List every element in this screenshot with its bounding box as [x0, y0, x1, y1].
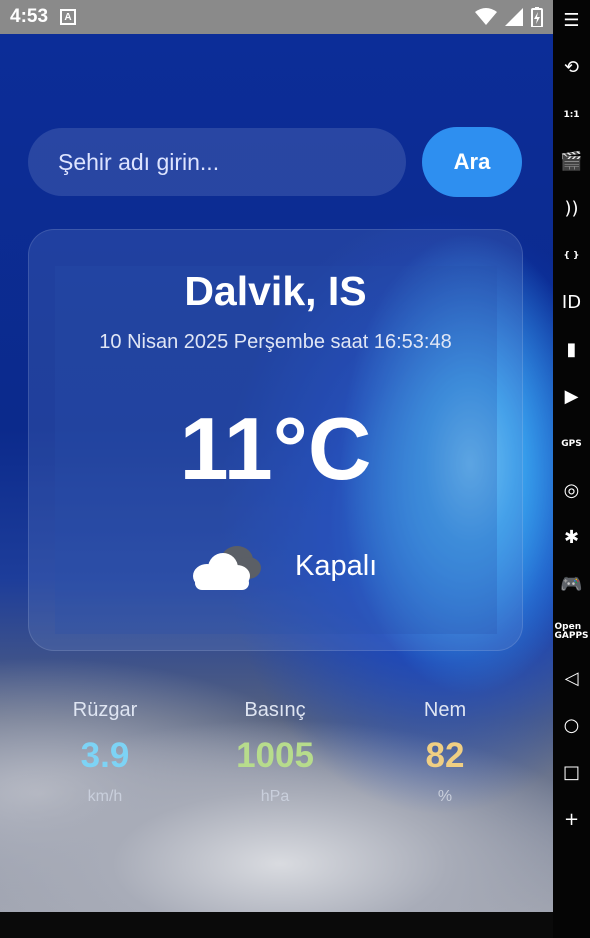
city-name: Dalvik, IS — [184, 268, 367, 314]
stat-unit: km/h — [87, 788, 123, 805]
pixel-perfect-icon[interactable]: 1:1 — [559, 102, 585, 128]
rotate-icon[interactable]: ⟲ — [559, 55, 585, 81]
back-icon[interactable]: ◁ — [559, 666, 585, 692]
stat-unit: % — [437, 788, 453, 805]
add-icon[interactable]: + — [559, 807, 585, 833]
status-time: 4:53 — [10, 6, 49, 27]
stat-wind: Rüzgar 3.9 km/h — [30, 699, 180, 806]
network-icon[interactable]: ✱ — [559, 525, 585, 551]
date-time: 10 Nisan 2025 Perşembe saat 16:53:48 — [99, 331, 452, 353]
wifi-icon — [475, 8, 497, 25]
gamepad-icon[interactable]: 🎮 — [559, 572, 585, 598]
stat-humidity: Nem 82 % — [370, 699, 520, 806]
search-button[interactable]: Ara — [422, 127, 522, 197]
opengapps-icon[interactable]: Open GAPPS — [555, 619, 589, 645]
weather-stats: Rüzgar 3.9 km/h Basınç 1005 hPa Nem 82 % — [0, 699, 553, 819]
stat-label: Nem — [423, 699, 467, 721]
weather-card: Dalvik, IS 10 Nisan 2025 Perşembe saat 1… — [28, 229, 523, 651]
stat-value: 1005 — [236, 736, 314, 775]
stat-value: 3.9 — [80, 736, 130, 775]
stat-unit: hPa — [260, 788, 290, 805]
stat-label: Basınç — [244, 699, 306, 721]
menu-icon[interactable]: ☰ — [559, 8, 585, 34]
navigation-bar-area — [0, 912, 553, 938]
accessibility-icon: A — [60, 9, 77, 25]
stat-value: 82 — [425, 736, 465, 775]
status-icons — [475, 7, 543, 27]
battery-charging-icon — [531, 7, 543, 27]
weather-app: Ara Dalvik, IS 10 Nisan 2025 Perşembe sa… — [0, 34, 553, 912]
code-braces-icon[interactable]: { } — [559, 243, 585, 269]
sim-card-icon[interactable]: ▮ — [559, 337, 585, 363]
home-icon[interactable]: ○ — [559, 713, 585, 739]
fingerprint-icon[interactable]: ◎ — [559, 478, 585, 504]
status-bar: 4:53 A — [0, 0, 553, 34]
device-id-icon[interactable]: ID — [559, 290, 585, 316]
temperature: 11°C — [179, 399, 372, 498]
signal-icon — [505, 8, 523, 26]
cast-icon[interactable]: )) — [559, 196, 585, 222]
recents-icon[interactable]: □ — [559, 760, 585, 786]
weather-condition: Kapalı — [295, 550, 378, 582]
overcast-cloud-icon — [193, 546, 261, 590]
media-icon[interactable]: ▶ — [559, 384, 585, 410]
stat-pressure: Basınç 1005 hPa — [200, 699, 350, 806]
emulator-sidebar: ☰ ⟲ 1:1 🎬)) { } ID ▮ ▶ GPS ◎ ✱ 🎮 Open GAPPS ◁ ○ □ + — [553, 0, 590, 938]
stat-label: Rüzgar — [72, 699, 138, 721]
screen-record-icon[interactable]: 🎬 — [559, 149, 585, 175]
city-search-input[interactable] — [28, 128, 406, 196]
gps-icon[interactable]: GPS — [559, 431, 585, 457]
